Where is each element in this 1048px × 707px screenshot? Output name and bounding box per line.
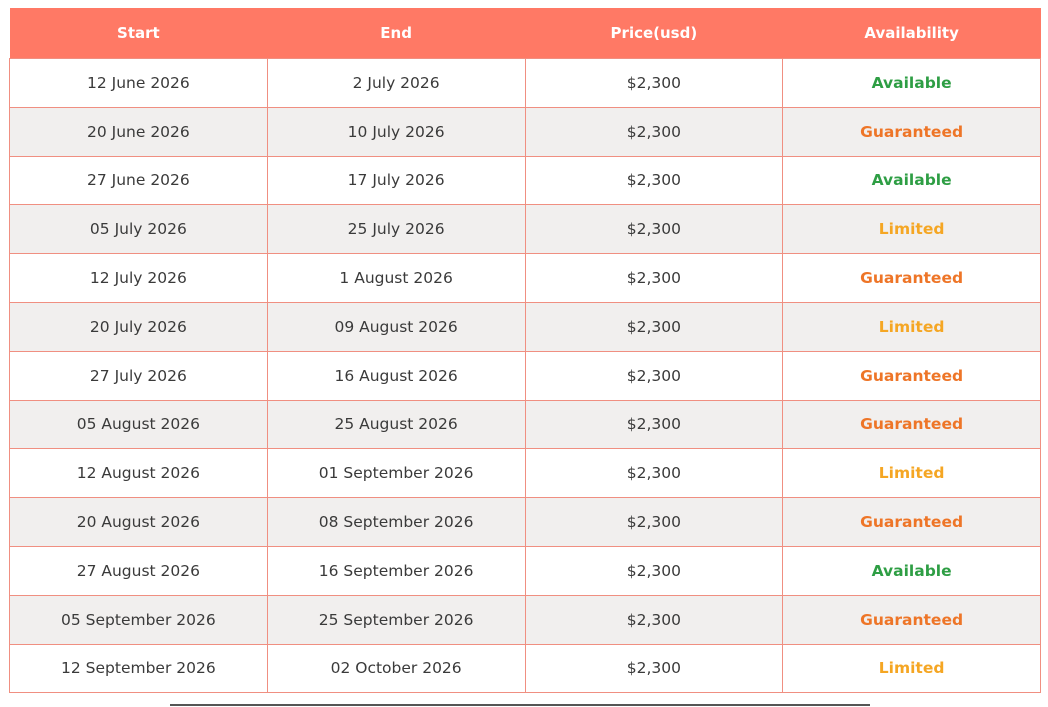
departures-table: Start End Price(usd) Availability 12 Jun… (9, 8, 1041, 694)
availability-status: Guaranteed (782, 594, 1041, 645)
cell-end: 17 July 2026 (266, 155, 526, 206)
bottom-divider (170, 704, 870, 706)
cell-end: 25 July 2026 (266, 204, 526, 255)
cell-price: $2,300 (524, 58, 784, 108)
availability-status: Available (782, 155, 1041, 206)
cell-start: 12 June 2026 (9, 58, 268, 108)
column-header-end: End (267, 8, 525, 59)
cell-price: $2,300 (524, 594, 784, 645)
availability-status: Limited (782, 204, 1041, 255)
table-row: 05 August 2026 25 August 2026 $2,300 Guaran… (9, 399, 1041, 450)
availability-status: Limited (782, 301, 1041, 352)
availability-status: Limited (782, 448, 1041, 499)
cell-end: 01 September 2026 (266, 448, 526, 499)
table-row: 05 July 2026 25 July 2026 $2,300 Limited (9, 204, 1041, 255)
column-header-price: Price(usd) (525, 8, 783, 59)
table-row: 12 June 2026 2 July 2026 $2,300 Available (9, 58, 1041, 108)
availability-status: Guaranteed (782, 497, 1041, 547)
cell-start: 12 August 2026 (9, 448, 268, 499)
table-row: 27 June 2026 17 July 2026 $2,300 Available (9, 155, 1041, 206)
cell-price: $2,300 (524, 448, 784, 499)
cell-price: $2,300 (524, 253, 784, 303)
table-row: 20 July 2026 09 August 2026 $2,300 Limited (9, 301, 1041, 352)
cell-end: 25 September 2026 (266, 594, 526, 645)
cell-end: 09 August 2026 (266, 301, 526, 352)
cell-price: $2,300 (524, 643, 784, 694)
cell-price: $2,300 (524, 204, 784, 255)
cell-start: 12 September 2026 (9, 643, 268, 694)
table-header: Start End Price(usd) Availability (9, 8, 1041, 59)
cell-price: $2,300 (524, 155, 784, 206)
column-header-start: Start (9, 8, 268, 59)
availability-status: Limited (782, 643, 1041, 694)
cell-price: $2,300 (524, 350, 784, 401)
cell-end: 2 July 2026 (266, 58, 526, 108)
cell-start: 27 July 2026 (9, 350, 268, 401)
cell-price: $2,300 (524, 545, 784, 596)
cell-price: $2,300 (524, 497, 784, 547)
availability-status: Guaranteed (782, 253, 1041, 303)
table-row: 12 August 2026 01 September 2026 $2,300 Lim… (9, 448, 1041, 499)
cell-start: 27 August 2026 (9, 545, 268, 596)
table-row: 12 July 2026 1 August 2026 $2,300 Guarantee… (9, 253, 1041, 303)
cell-end: 08 September 2026 (266, 497, 526, 547)
cell-start: 05 September 2026 (9, 594, 268, 645)
cell-start: 20 August 2026 (9, 497, 268, 547)
column-header-availability: Availability (782, 8, 1041, 59)
table-body: 12 June 2026 2 July 2026 $2,300 Available 20… (9, 58, 1041, 694)
cell-price: $2,300 (524, 399, 784, 450)
table-row: 20 June 2026 10 July 2026 $2,300 Guaranteed (9, 106, 1041, 157)
cell-end: 25 August 2026 (266, 399, 526, 450)
cell-price: $2,300 (524, 301, 784, 352)
table-row: 12 September 2026 02 October 2026 $2,300 Li… (9, 643, 1041, 694)
cell-end: 16 September 2026 (266, 545, 526, 596)
table-row: 27 July 2026 16 August 2026 $2,300 Guarante… (9, 350, 1041, 401)
cell-start: 20 July 2026 (9, 301, 268, 352)
table-row: 20 August 2026 08 September 2026 $2,300 Gua… (9, 497, 1041, 547)
cell-end: 10 July 2026 (266, 106, 526, 157)
cell-end: 16 August 2026 (266, 350, 526, 401)
table-row: 27 August 2026 16 September 2026 $2,300 Ava… (9, 545, 1041, 596)
departures-table-container: Start End Price(usd) Availability 12 Jun… (9, 8, 1041, 694)
cell-price: $2,300 (524, 106, 784, 157)
availability-status: Guaranteed (782, 350, 1041, 401)
cell-start: 12 July 2026 (9, 253, 268, 303)
cell-start: 27 June 2026 (9, 155, 268, 206)
table-header-row: Start End Price(usd) Availability (9, 8, 1041, 59)
cell-end: 02 October 2026 (266, 643, 526, 694)
availability-status: Available (782, 545, 1041, 596)
table-row: 05 September 2026 25 September 2026 $2,300… (9, 594, 1041, 645)
availability-status: Guaranteed (782, 106, 1041, 157)
cell-start: 05 August 2026 (9, 399, 268, 450)
cell-start: 20 June 2026 (9, 106, 268, 157)
cell-start: 05 July 2026 (9, 204, 268, 255)
cell-end: 1 August 2026 (266, 253, 526, 303)
availability-status: Available (782, 58, 1041, 108)
availability-status: Guaranteed (782, 399, 1041, 450)
